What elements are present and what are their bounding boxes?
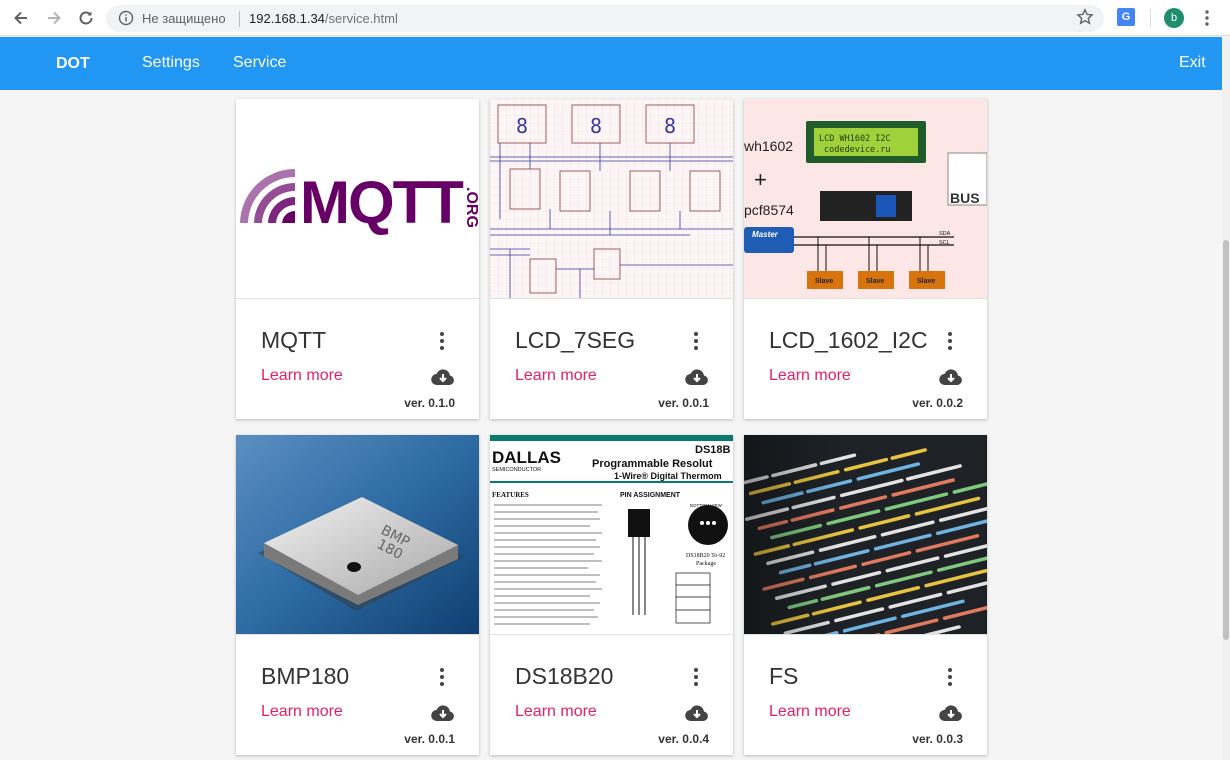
card-title: DS18B20 xyxy=(515,663,614,689)
svg-text:Slave: Slave xyxy=(815,278,833,285)
svg-text:Programmable Resolut: Programmable Resolut xyxy=(592,458,713,470)
svg-text:+: + xyxy=(754,167,767,192)
learn-more-link[interactable]: Learn more xyxy=(515,703,597,721)
version-label: ver. 0.0.3 xyxy=(912,732,963,746)
security-status: Не защищено xyxy=(142,11,226,26)
nav-service[interactable]: Service xyxy=(233,54,286,72)
card-title: MQTT xyxy=(261,327,327,353)
svg-text:DS18B: DS18B xyxy=(695,444,731,456)
svg-text:1-Wire® Digital Thermom: 1-Wire® Digital Thermom xyxy=(614,471,722,481)
version-label: ver. 0.0.1 xyxy=(404,732,455,746)
app-bar: DOT Settings Service Exit xyxy=(0,37,1222,90)
version-label: ver. 0.0.4 xyxy=(658,732,709,746)
card-fs: FS Learn more ver. 0.0.3 xyxy=(744,435,987,755)
card-bmp180: BMP 180 BMP180 Learn more ver. 0.0.1 xyxy=(236,435,479,755)
svg-text:PIN ASSIGNMENT: PIN ASSIGNMENT xyxy=(620,492,681,499)
svg-text:SCL: SCL xyxy=(939,240,950,246)
browser-toolbar: Не защищено 192.168.1.34/service.html G … xyxy=(0,0,1230,36)
more-vert-icon[interactable] xyxy=(686,329,706,353)
card-title: BMP180 xyxy=(261,663,350,689)
more-vert-icon[interactable] xyxy=(940,665,960,689)
address-bar[interactable]: Не защищено 192.168.1.34/service.html xyxy=(106,5,1104,32)
card-mqtt: MQTT .ORG MQTT Learn more ver. 0.1.0 xyxy=(236,99,479,419)
card-title: FS xyxy=(769,663,799,689)
profile-avatar[interactable]: b xyxy=(1164,8,1184,28)
back-icon[interactable] xyxy=(9,6,33,30)
svg-text:SDA: SDA xyxy=(939,231,951,237)
forward-icon[interactable] xyxy=(42,6,66,30)
svg-text:FEATURES: FEATURES xyxy=(492,491,529,499)
svg-text:Slave: Slave xyxy=(866,278,884,285)
more-vert-icon[interactable] xyxy=(432,329,452,353)
reload-icon[interactable] xyxy=(74,6,98,30)
learn-more-link[interactable]: Learn more xyxy=(515,367,597,385)
browser-menu-icon[interactable] xyxy=(1204,9,1210,32)
card-lcd-7seg: 8 8 8 LCD_7SEG Learn more ver. 0.0.1 xyxy=(490,99,733,419)
svg-text:8: 8 xyxy=(664,114,676,138)
brand-title[interactable]: DOT xyxy=(56,55,90,73)
separator xyxy=(239,11,240,27)
svg-text:Slave: Slave xyxy=(917,278,935,285)
cloud-download-icon[interactable] xyxy=(431,703,455,723)
info-icon[interactable] xyxy=(118,10,134,31)
more-vert-icon[interactable] xyxy=(940,329,960,353)
learn-more-link[interactable]: Learn more xyxy=(769,367,851,385)
cloud-download-icon[interactable] xyxy=(685,367,709,387)
card-ds18b20: DALLAS SEMICONDUCTOR DS18B Programmable … xyxy=(490,435,733,755)
url-text[interactable]: 192.168.1.34/service.html xyxy=(249,11,398,26)
nav-settings[interactable]: Settings xyxy=(142,54,200,72)
svg-text:Master: Master xyxy=(752,230,779,239)
cloud-download-icon[interactable] xyxy=(685,703,709,723)
code-screen-image xyxy=(744,435,987,635)
version-label: ver. 0.1.0 xyxy=(404,396,455,410)
svg-text:8: 8 xyxy=(590,114,602,138)
cloud-download-icon[interactable] xyxy=(431,367,455,387)
mqtt-logo-image: MQTT .ORG xyxy=(236,99,479,299)
cloud-download-icon[interactable] xyxy=(939,367,963,387)
svg-text:Package: Package xyxy=(696,561,716,567)
bmp180-sensor-image: BMP 180 xyxy=(236,435,479,635)
svg-text:LCD WH1602 I2C: LCD WH1602 I2C xyxy=(819,134,891,144)
svg-text:DS18B20 To-92: DS18B20 To-92 xyxy=(686,553,725,559)
translate-icon[interactable]: G xyxy=(1117,8,1135,26)
svg-text:MQTT: MQTT xyxy=(300,169,463,236)
learn-more-link[interactable]: Learn more xyxy=(261,703,343,721)
svg-text:codedevice.ru: codedevice.ru xyxy=(824,145,891,155)
svg-text:pcf8574: pcf8574 xyxy=(744,202,794,218)
more-vert-icon[interactable] xyxy=(432,665,452,689)
ds18b20-datasheet-image: DALLAS SEMICONDUCTOR DS18B Programmable … xyxy=(490,435,733,635)
svg-text:8: 8 xyxy=(516,114,528,138)
svg-text:SEMICONDUCTOR: SEMICONDUCTOR xyxy=(492,467,541,473)
svg-text:DALLAS: DALLAS xyxy=(492,448,561,467)
card-title: LCD_7SEG xyxy=(515,327,636,353)
learn-more-link[interactable]: Learn more xyxy=(261,367,343,385)
exit-link[interactable]: Exit xyxy=(1179,54,1206,72)
version-label: ver. 0.0.2 xyxy=(912,396,963,410)
card-lcd-1602-i2c: LCD WH1602 I2C codedevice.ru wh1602 + pc… xyxy=(744,99,987,419)
cloud-download-icon[interactable] xyxy=(939,703,963,723)
learn-more-link[interactable]: Learn more xyxy=(769,703,851,721)
scrollbar-thumb[interactable] xyxy=(1223,240,1229,640)
svg-text:BUS: BUS xyxy=(950,190,980,206)
version-label: ver. 0.0.1 xyxy=(658,396,709,410)
bookmark-star-icon[interactable] xyxy=(1076,8,1094,31)
card-title: LCD_1602_I2C xyxy=(769,327,928,353)
seven-segment-schematic-image: 8 8 8 xyxy=(490,99,733,299)
svg-text:wh1602: wh1602 xyxy=(744,138,793,154)
more-vert-icon[interactable] xyxy=(686,665,706,689)
separator xyxy=(1150,9,1151,27)
lcd1602-i2c-diagram-image: LCD WH1602 I2C codedevice.ru wh1602 + pc… xyxy=(744,99,987,299)
svg-text:.ORG: .ORG xyxy=(463,187,479,228)
